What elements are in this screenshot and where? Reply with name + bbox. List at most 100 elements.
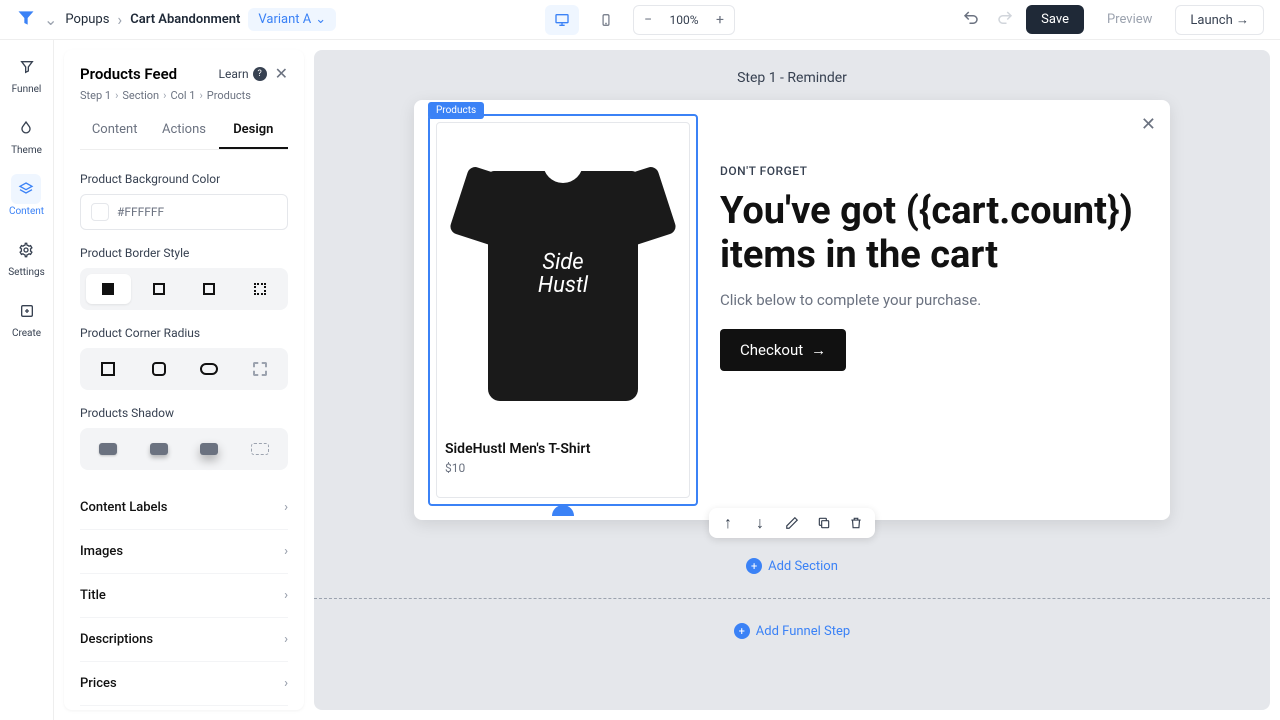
learn-label: Learn — [219, 67, 249, 81]
shadow-sm[interactable] — [86, 434, 131, 464]
text-column: DON'T FORGET You've got ({cart.count}) i… — [720, 114, 1156, 506]
redo-button[interactable] — [992, 5, 1018, 35]
selection-handle[interactable] — [552, 505, 574, 516]
border-solid-fill[interactable] — [86, 274, 131, 304]
close-icon[interactable]: ✕ — [275, 64, 288, 83]
rail-create[interactable]: Create — [12, 296, 42, 339]
eyebrow-text[interactable]: DON'T FORGET — [720, 164, 1156, 178]
headline-text[interactable]: You've got ({cart.count}) items in the c… — [720, 190, 1156, 277]
duplicate-button[interactable] — [815, 514, 833, 532]
chevron-right-icon: › — [117, 10, 122, 29]
zoom-out-button[interactable]: − — [634, 12, 662, 28]
bg-color-label: Product Background Color — [80, 172, 288, 186]
border-solid[interactable] — [137, 274, 182, 304]
radius-custom[interactable] — [238, 354, 283, 384]
border-dashed[interactable] — [187, 274, 232, 304]
product-name: SideHustl Men's T-Shirt — [445, 441, 681, 457]
color-swatch — [91, 203, 109, 221]
preview-button[interactable]: Preview — [1092, 5, 1167, 34]
radius-small[interactable] — [137, 354, 182, 384]
corner-radius-options — [80, 348, 288, 390]
topbar: ⌄ Popups › Cart Abandonment Variant A ⌄ … — [0, 0, 1280, 40]
launch-button[interactable]: Launch → — [1175, 5, 1264, 35]
gear-icon — [11, 235, 41, 265]
plus-icon: + — [734, 623, 750, 639]
variant-selector[interactable]: Variant A ⌄ — [248, 8, 336, 31]
shadow-label: Products Shadow — [80, 406, 288, 420]
border-style-options — [80, 268, 288, 310]
shadow-none[interactable] — [238, 434, 283, 464]
learn-link[interactable]: Learn ? — [219, 67, 267, 81]
row-descriptions[interactable]: Descriptions› — [80, 617, 288, 661]
shadow-options — [80, 428, 288, 470]
products-tag: Products — [428, 102, 484, 119]
rail-theme[interactable]: Theme — [11, 113, 42, 156]
shadow-lg[interactable] — [187, 434, 232, 464]
chevron-down-icon: ⌄ — [315, 12, 326, 27]
close-icon[interactable]: ✕ — [1141, 114, 1156, 135]
subtext[interactable]: Click below to complete your purchase. — [720, 291, 1156, 309]
breadcrumb-popups[interactable]: Popups — [65, 12, 109, 27]
save-button[interactable]: Save — [1026, 5, 1084, 34]
crumb[interactable]: Products — [207, 89, 251, 102]
add-funnel-step-button[interactable]: + Add Funnel Step — [734, 623, 850, 639]
zoom-in-button[interactable]: + — [706, 12, 734, 28]
checkout-label: Checkout — [740, 341, 803, 359]
rail-funnel[interactable]: Funnel — [12, 52, 42, 95]
chevron-down-icon[interactable]: ⌄ — [44, 10, 57, 29]
add-section-label: Add Section — [768, 559, 838, 574]
rail-label: Create — [12, 328, 41, 339]
move-down-button[interactable]: ↓ — [751, 514, 769, 532]
radius-pill[interactable] — [187, 354, 232, 384]
rail-label: Theme — [11, 145, 42, 156]
droplet-icon — [11, 113, 41, 143]
plus-icon: + — [746, 558, 762, 574]
row-title[interactable]: Title› — [80, 573, 288, 617]
delete-button[interactable] — [847, 514, 865, 532]
row-prices[interactable]: Prices› — [80, 661, 288, 705]
panel-breadcrumb: Step 1› Section› Col 1› Products — [80, 89, 288, 102]
breadcrumb-current[interactable]: Cart Abandonment — [130, 12, 240, 27]
add-section-button[interactable]: + Add Section — [746, 558, 838, 574]
crumb[interactable]: Step 1 — [80, 89, 111, 102]
products-selection[interactable]: SideHustl SideHustl Men's T-Shirt $10 — [428, 114, 698, 506]
tab-design[interactable]: Design — [219, 112, 288, 149]
undo-button[interactable] — [958, 5, 984, 35]
move-up-button[interactable]: ↑ — [719, 514, 737, 532]
rail-settings[interactable]: Settings — [8, 235, 45, 278]
corner-radius-label: Product Corner Radius — [80, 326, 288, 340]
device-desktop-button[interactable] — [545, 5, 579, 35]
variant-label: Variant A — [258, 12, 311, 27]
inspector-panel: Products Feed Learn ? ✕ Step 1› Section›… — [64, 50, 304, 710]
panel-tabs: Content Actions Design — [80, 112, 288, 150]
funnel-icon — [12, 52, 42, 82]
radius-none[interactable] — [86, 354, 131, 384]
device-mobile-button[interactable] — [589, 5, 623, 35]
row-variant-picker[interactable]: Variant Picker› — [80, 705, 288, 710]
product-card[interactable]: SideHustl SideHustl Men's T-Shirt $10 — [436, 122, 690, 498]
bg-color-input[interactable]: #FFFFFF — [80, 194, 288, 230]
logo-icon[interactable] — [16, 8, 36, 32]
topbar-right: Save Preview Launch → — [958, 5, 1264, 35]
product-price: $10 — [445, 461, 681, 475]
step-separator — [314, 598, 1270, 599]
chevron-right-icon: › — [284, 500, 288, 515]
rail-content[interactable]: Content — [9, 174, 44, 217]
tab-actions[interactable]: Actions — [149, 112, 218, 149]
edit-button[interactable] — [783, 514, 801, 532]
crumb[interactable]: Col 1 — [170, 89, 195, 102]
shadow-md[interactable] — [137, 434, 182, 464]
checkout-button[interactable]: Checkout → — [720, 329, 846, 371]
crumb[interactable]: Section — [122, 89, 159, 102]
border-dotted[interactable] — [238, 274, 283, 304]
arrow-right-icon: → — [811, 341, 826, 359]
help-icon: ? — [253, 67, 267, 81]
plus-square-icon — [12, 296, 42, 326]
popup-preview[interactable]: ✕ Products SideHustl SideHustl — [414, 100, 1170, 520]
row-content-labels[interactable]: Content Labels› — [80, 486, 288, 529]
chevron-right-icon: › — [284, 544, 288, 559]
canvas[interactable]: Step 1 - Reminder ✕ Products SideHustl — [314, 50, 1270, 710]
row-images[interactable]: Images› — [80, 529, 288, 573]
tab-content[interactable]: Content — [80, 112, 149, 149]
zoom-value: 100% — [662, 13, 706, 27]
